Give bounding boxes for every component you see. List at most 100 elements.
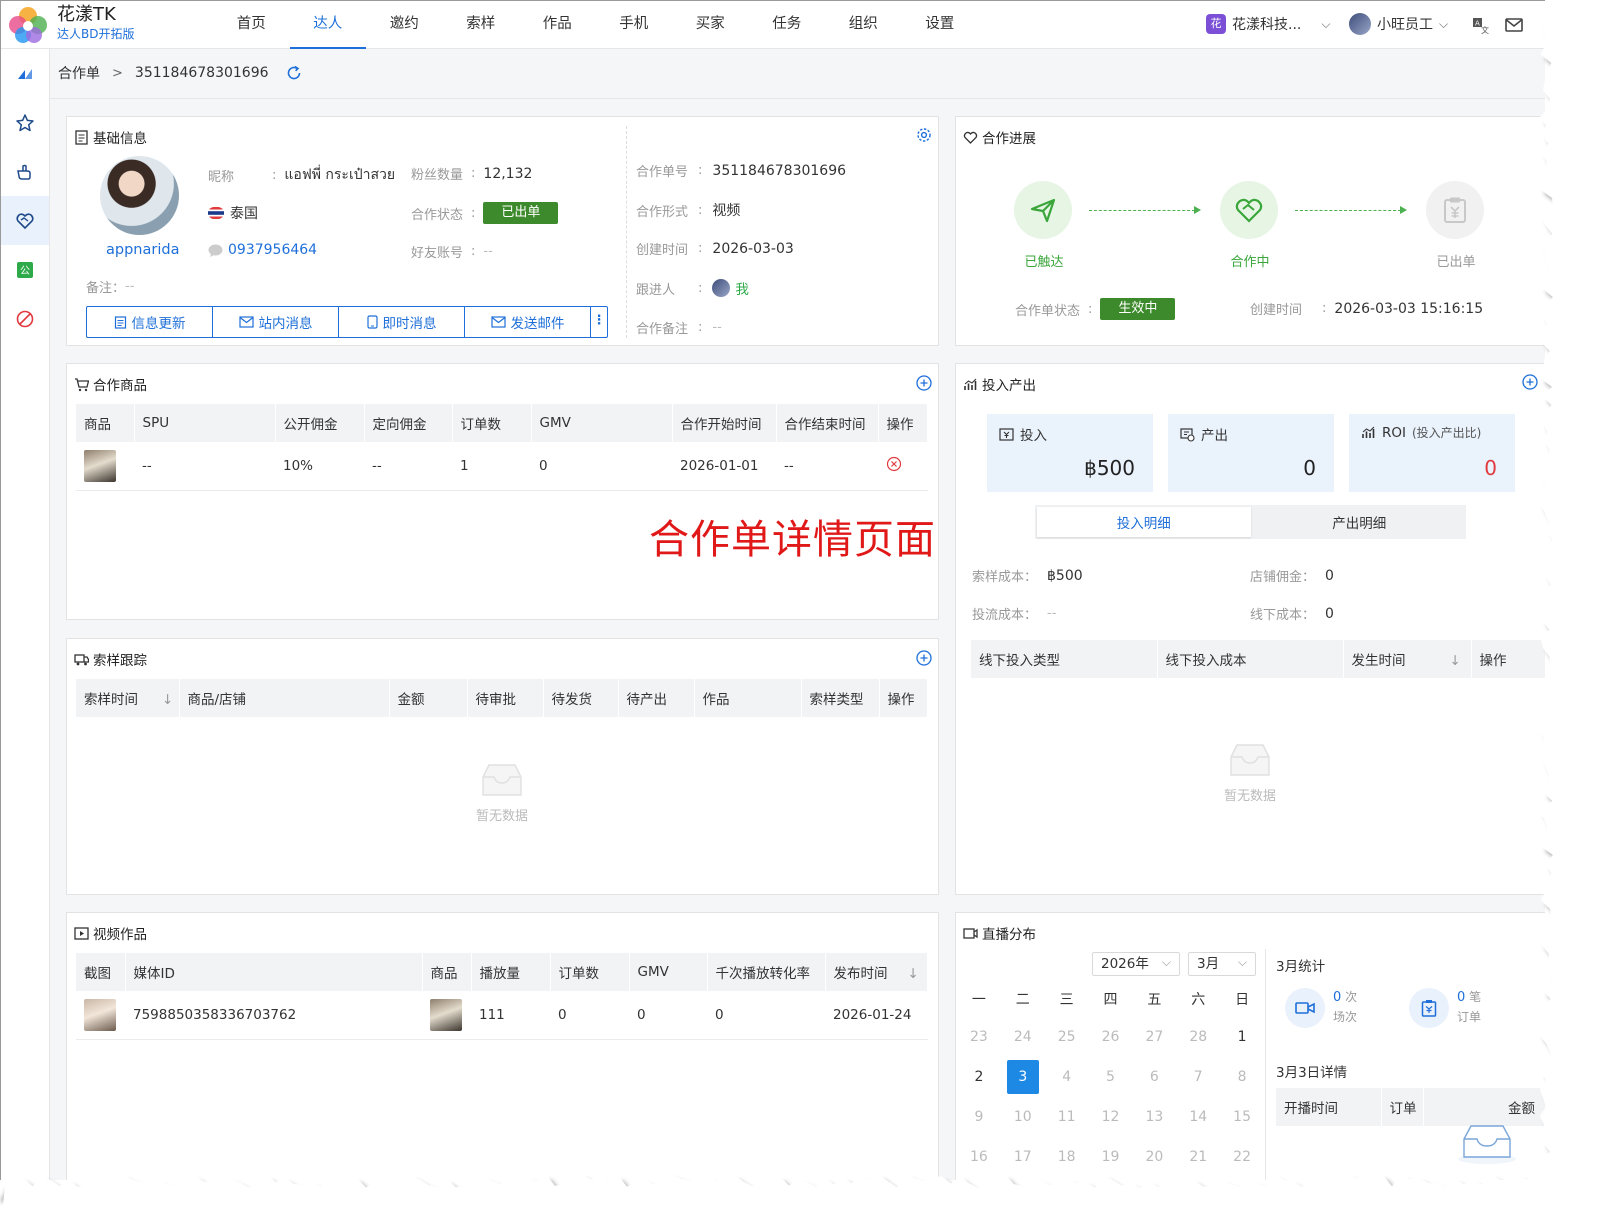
nav-item[interactable]: 设置	[902, 1, 979, 49]
sidebar-item-cooperation[interactable]	[1, 196, 49, 245]
sidebar-item-public[interactable]: 公	[1, 245, 49, 294]
sidebar-item-favorites[interactable]	[1, 98, 49, 147]
breadcrumb: 合作单 > 351184678301696	[58, 63, 303, 83]
follower-value[interactable]: 我	[735, 278, 749, 298]
cell-gmv: 0	[531, 442, 672, 491]
breadcrumb-root[interactable]: 合作单	[58, 63, 100, 83]
cell-orders[interactable]: 0	[550, 991, 629, 1040]
sidebar-collapse[interactable]	[1, 49, 49, 98]
roi-value: 0	[1484, 456, 1497, 480]
calendar-day[interactable]: 4	[1045, 1069, 1089, 1085]
send-email-button[interactable]: 发送邮件	[465, 307, 591, 337]
cell-gmv[interactable]: 0	[629, 991, 707, 1040]
calendar-day[interactable]: 16	[957, 1149, 1001, 1165]
nav-item[interactable]: 买家	[672, 1, 749, 49]
calendar-day[interactable]: 14	[1176, 1109, 1220, 1125]
product-thumbnail[interactable]	[430, 998, 462, 1031]
phone-value[interactable]: 0937956464	[228, 242, 317, 258]
calendar-day[interactable]: 6	[1132, 1069, 1176, 1085]
video-thumbnail[interactable]	[84, 998, 116, 1031]
day-number: 3	[1006, 1060, 1039, 1094]
calendar-day[interactable]: 24	[1001, 1029, 1045, 1045]
nav-item[interactable]: 手机	[596, 1, 673, 49]
calendar-day[interactable]: 15	[1220, 1109, 1264, 1125]
calendar-day[interactable]: 21	[1176, 1149, 1220, 1165]
empty-text: 暂无数据	[475, 809, 528, 824]
column-header-sortable[interactable]: 发布时间 ↓	[825, 953, 928, 991]
traffic-cost-label: 投流成本：	[972, 608, 1038, 623]
calendar-day[interactable]: 25	[1045, 1029, 1089, 1045]
table-row[interactable]: 7598850358336703762 111 0 0 0 2026-01-24	[76, 991, 928, 1040]
calendar-day[interactable]: 17	[1001, 1149, 1045, 1165]
column-label: 发布时间	[833, 966, 888, 982]
info-update-button[interactable]: 信息更新	[87, 307, 213, 337]
product-thumbnail[interactable]	[84, 449, 116, 482]
refresh-icon[interactable]	[285, 64, 303, 82]
app-name: 花漾TK	[57, 4, 116, 25]
calendar-day[interactable]: 7	[1176, 1069, 1220, 1085]
year-select[interactable]: 2026年	[1092, 951, 1180, 976]
nav-item[interactable]: 索样	[443, 1, 520, 49]
output-value: 0	[1303, 456, 1316, 480]
cart-icon	[75, 377, 89, 391]
user-menu[interactable]: 小旺员工 ⌵	[1349, 13, 1448, 35]
calendar-day[interactable]: 26	[1089, 1029, 1133, 1045]
empty-box-icon	[1230, 744, 1270, 776]
calendar-day[interactable]: 9	[957, 1109, 1001, 1125]
org-switcher[interactable]: 花 花漾科技... ⌵	[1206, 14, 1330, 34]
nav-item[interactable]: 作品	[519, 1, 596, 49]
cell-spu: --	[134, 442, 275, 491]
add-circle-icon[interactable]	[916, 650, 932, 666]
site-message-button[interactable]: 站内消息	[213, 307, 339, 337]
calendar-day[interactable]: 2	[957, 1069, 1001, 1085]
sidebar-item-touch[interactable]	[1, 147, 49, 196]
nav-item[interactable]: 组织	[825, 1, 902, 49]
calendar-day[interactable]: 3	[1001, 1060, 1045, 1094]
translate-icon[interactable]: A 文	[1471, 15, 1491, 35]
month-select[interactable]: 3月	[1188, 951, 1256, 976]
table-row[interactable]: -- 10% -- 1 0 2026-01-01 --	[76, 442, 928, 491]
calendar-day[interactable]: 1	[1220, 1029, 1264, 1045]
remark-value: --	[125, 279, 135, 294]
column-header-sortable[interactable]: 发生时间 ↓	[1343, 640, 1472, 678]
mobile-icon	[366, 315, 378, 329]
weekday-label: 二	[1015, 992, 1030, 1008]
sidebar-item-blocked[interactable]	[1, 294, 49, 343]
step-label: 合作中	[1230, 255, 1270, 270]
button-label: 即时消息	[382, 316, 437, 332]
calendar-day[interactable]: 11	[1045, 1109, 1089, 1125]
calendar-day[interactable]: 5	[1089, 1069, 1133, 1085]
calendar-day[interactable]: 12	[1089, 1109, 1133, 1125]
settings-icon[interactable]	[916, 127, 932, 143]
more-actions-button[interactable]: ⋮	[591, 307, 607, 337]
nav-item[interactable]: 首页	[213, 1, 290, 49]
calendar-day[interactable]: 8	[1220, 1069, 1264, 1085]
calendar-day[interactable]: 10	[1001, 1109, 1045, 1125]
tab-input-detail[interactable]: 投入明细	[1037, 507, 1251, 537]
calendar-day[interactable]: 19	[1089, 1149, 1133, 1165]
add-circle-icon[interactable]	[1522, 374, 1538, 390]
card-title: 视频作品	[74, 923, 147, 943]
cell-plays[interactable]: 111	[471, 991, 550, 1040]
add-circle-icon[interactable]	[916, 375, 932, 391]
remove-icon[interactable]	[886, 456, 902, 472]
calendar-day[interactable]: 23	[957, 1029, 1001, 1045]
table-header: 线下投入类型 线下投入成本 发生时间 ↓ 操作	[971, 640, 1545, 678]
creator-username[interactable]: appnarida	[106, 242, 179, 258]
calendar-day[interactable]: 13	[1132, 1109, 1176, 1125]
nav-item[interactable]: 任务	[749, 1, 826, 49]
instant-message-button[interactable]: 即时消息	[339, 307, 465, 337]
calendar-day[interactable]: 20	[1132, 1149, 1176, 1165]
button-label: 站内消息	[258, 316, 313, 332]
calendar-day[interactable]: 18	[1045, 1149, 1089, 1165]
column-header-sortable[interactable]: 索样时间 ↓	[76, 679, 180, 717]
calendar-day[interactable]: 28	[1176, 1029, 1220, 1045]
mail-icon[interactable]	[1504, 15, 1524, 35]
svg-text:文: 文	[1481, 25, 1489, 35]
nav-item[interactable]: 达人	[289, 1, 366, 49]
tab-output-detail[interactable]: 产出明细	[1253, 505, 1467, 539]
calendar-day[interactable]: 27	[1132, 1029, 1176, 1045]
calendar-day[interactable]: 22	[1220, 1149, 1264, 1165]
nav-item[interactable]: 邀约	[366, 1, 443, 49]
progress-title: 合作进展	[982, 131, 1036, 147]
